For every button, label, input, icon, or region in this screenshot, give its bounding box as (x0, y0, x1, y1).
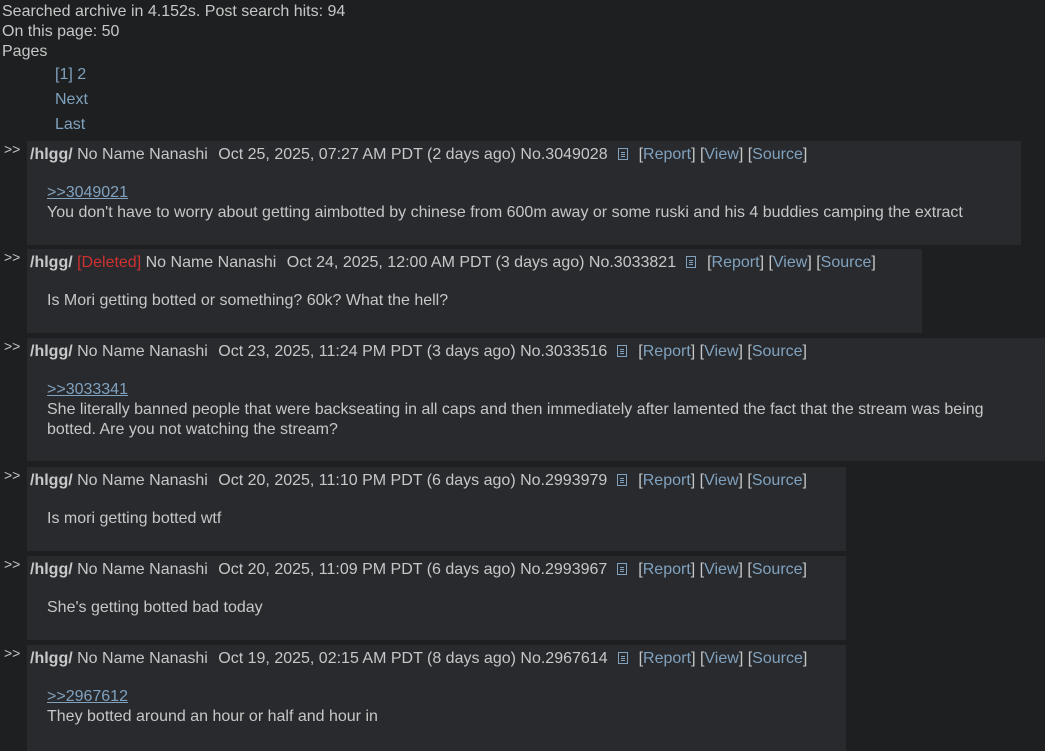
report-link[interactable]: Report (643, 146, 691, 163)
report-link[interactable]: Report (643, 561, 691, 578)
post-quote-link[interactable]: >>3033341 (47, 381, 128, 398)
copy-icon[interactable] (617, 474, 628, 486)
post-meta: /hlgg/ [Deleted] No Name Nanashi Oct 24,… (30, 254, 876, 271)
post-meta: /hlgg/ No Name Nanashi Oct 23, 2025, 11:… (30, 343, 807, 360)
post-quote-link[interactable]: >>3049021 (47, 184, 128, 201)
pages-label: Pages (2, 43, 48, 60)
source-link[interactable]: Source (752, 561, 803, 578)
source-link[interactable]: Source (752, 472, 803, 489)
view-link[interactable]: View (773, 254, 807, 271)
post-board[interactable]: /hlgg/ (30, 343, 73, 360)
source-link[interactable]: Source (752, 343, 803, 360)
post-board[interactable]: /hlgg/ (30, 472, 73, 489)
post-number[interactable]: No.2993979 (520, 472, 607, 489)
view-link[interactable]: View (704, 343, 738, 360)
next-page-link[interactable]: Next (55, 91, 88, 108)
copy-icon[interactable] (686, 256, 697, 268)
post-body: She's getting botted bad today (30, 598, 846, 618)
post-quote-link[interactable]: >>2967612 (47, 688, 128, 705)
report-link[interactable]: Report (712, 254, 760, 271)
post-body: Is Mori getting botted or something? 60k… (30, 291, 922, 311)
pagination: [1] 2 Next Last (55, 62, 1045, 137)
post-box: /hlgg/ No Name Nanashi Oct 19, 2025, 02:… (27, 645, 846, 751)
post-meta: /hlgg/ No Name Nanashi Oct 20, 2025, 11:… (30, 472, 807, 489)
source-link[interactable]: Source (752, 650, 803, 667)
post-board[interactable]: /hlgg/ (30, 146, 73, 163)
post-date: Oct 24, 2025, 12:00 AM PDT (3 days ago) (286, 254, 585, 271)
post-text: They botted around an hour or half and h… (47, 708, 378, 725)
copy-icon[interactable] (617, 652, 628, 664)
copy-icon[interactable] (617, 345, 628, 357)
search-header: Searched archive in 4.152s. Post search … (0, 0, 1045, 62)
post-text: Is mori getting botted wtf (47, 510, 222, 527)
post-arrows: >> (4, 467, 21, 483)
post-date: Oct 23, 2025, 11:24 PM PDT (3 days ago) (218, 343, 516, 360)
post-text: She's getting botted bad today (47, 599, 263, 616)
post-author: No Name Nanashi (145, 254, 277, 271)
post-box: /hlgg/ No Name Nanashi Oct 25, 2025, 07:… (27, 141, 1021, 245)
post-author: No Name Nanashi (77, 561, 208, 578)
post-box: /hlgg/ No Name Nanashi Oct 23, 2025, 11:… (27, 338, 1045, 461)
post-author: No Name Nanashi (77, 472, 208, 489)
on-page-count: On this page: 50 (2, 23, 120, 40)
post-body: >>3033341 She literally banned people th… (30, 380, 1045, 440)
report-link[interactable]: Report (643, 472, 691, 489)
post-text: You don't have to worry about getting ai… (47, 204, 963, 221)
page-2-link[interactable]: 2 (77, 66, 86, 83)
report-link[interactable]: Report (643, 650, 691, 667)
post-date: Oct 20, 2025, 11:09 PM PDT (6 days ago) (218, 561, 516, 578)
post-text: Is Mori getting botted or something? 60k… (47, 292, 449, 309)
post-number[interactable]: No.3049028 (520, 146, 607, 163)
post-number[interactable]: No.2967614 (520, 650, 607, 667)
copy-icon[interactable] (617, 563, 628, 575)
post-arrows: >> (4, 249, 21, 265)
copy-icon[interactable] (617, 148, 628, 160)
post-text: She literally banned people that were ba… (47, 401, 984, 438)
view-link[interactable]: View (704, 146, 738, 163)
post-arrows: >> (4, 338, 21, 354)
source-link[interactable]: Source (821, 254, 872, 271)
post-meta: /hlgg/ No Name Nanashi Oct 25, 2025, 07:… (30, 146, 808, 163)
post-author: No Name Nanashi (77, 146, 208, 163)
post-number[interactable]: No.2993967 (520, 561, 607, 578)
post-date: Oct 20, 2025, 11:10 PM PDT (6 days ago) (218, 472, 516, 489)
post-date: Oct 25, 2025, 07:27 AM PDT (2 days ago) (218, 146, 516, 163)
post-meta: /hlgg/ No Name Nanashi Oct 20, 2025, 11:… (30, 561, 807, 578)
post-date: Oct 19, 2025, 02:15 AM PDT (8 days ago) (218, 650, 516, 667)
post-box: /hlgg/ No Name Nanashi Oct 20, 2025, 11:… (27, 467, 846, 551)
post-box: /hlgg/ [Deleted] No Name Nanashi Oct 24,… (27, 249, 922, 333)
post-board[interactable]: /hlgg/ (30, 561, 73, 578)
last-page-link[interactable]: Last (55, 116, 85, 133)
deleted-badge: [Deleted] (77, 254, 142, 271)
post-arrows: >> (4, 141, 21, 157)
post-author: No Name Nanashi (77, 343, 208, 360)
source-link[interactable]: Source (752, 146, 803, 163)
view-link[interactable]: View (704, 561, 738, 578)
post-number[interactable]: No.3033821 (589, 254, 676, 271)
search-info: Searched archive in 4.152s. Post search … (2, 3, 346, 20)
post-arrows: >> (4, 645, 21, 661)
post-meta: /hlgg/ No Name Nanashi Oct 19, 2025, 02:… (30, 650, 808, 667)
report-link[interactable]: Report (643, 343, 691, 360)
view-link[interactable]: View (704, 472, 738, 489)
post-number[interactable]: No.3033516 (520, 343, 607, 360)
post-body: >>2967612 They botted around an hour or … (30, 687, 846, 727)
post-arrows: >> (4, 556, 21, 572)
post-body: Is mori getting botted wtf (30, 509, 846, 529)
post-board[interactable]: /hlgg/ (30, 650, 73, 667)
view-link[interactable]: View (704, 650, 738, 667)
post-author: No Name Nanashi (77, 650, 208, 667)
post-board[interactable]: /hlgg/ (30, 254, 73, 271)
page-1-current[interactable]: [1] (55, 66, 73, 83)
post-box: /hlgg/ No Name Nanashi Oct 20, 2025, 11:… (27, 556, 846, 640)
post-body: >>3049021 You don't have to worry about … (30, 183, 1021, 223)
